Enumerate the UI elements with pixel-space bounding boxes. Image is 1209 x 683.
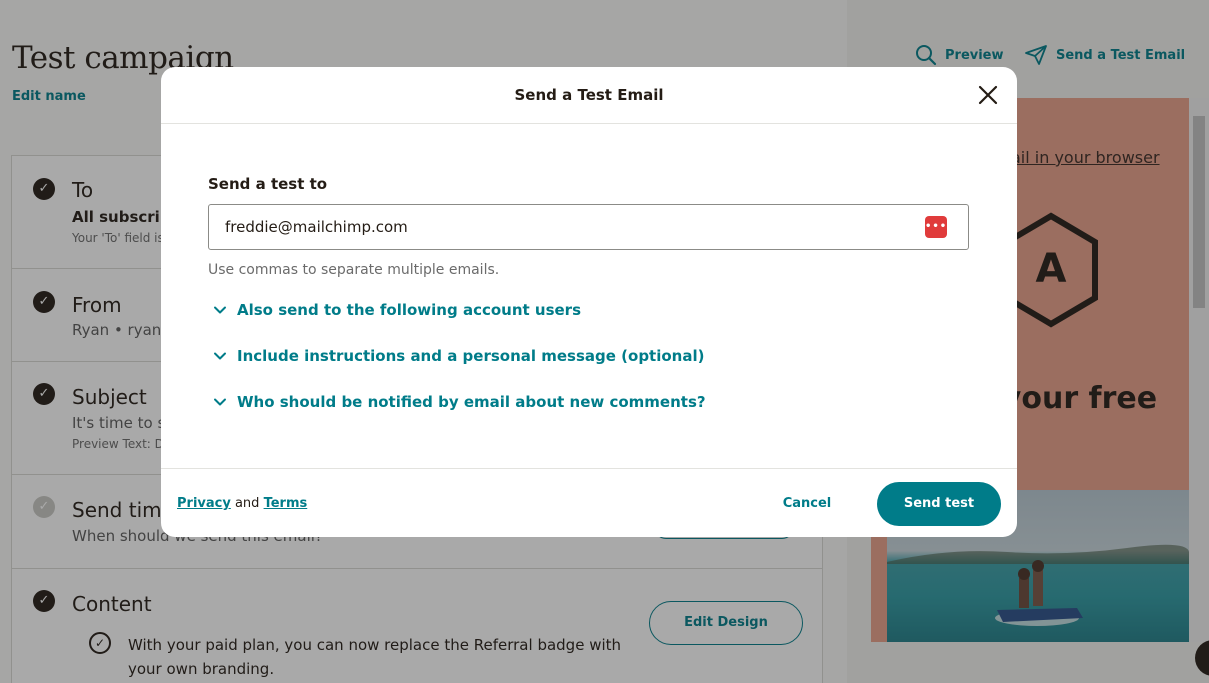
- send-test-to-label: Send a test to: [208, 175, 328, 193]
- password-manager-icon[interactable]: •••: [925, 216, 947, 238]
- modal-title: Send a Test Email: [514, 86, 664, 104]
- close-icon[interactable]: [976, 83, 1000, 107]
- expander-comment-notifications[interactable]: Who should be notified by email about ne…: [213, 393, 706, 411]
- cancel-button[interactable]: Cancel: [765, 491, 849, 517]
- expander-personal-message[interactable]: Include instructions and a personal mess…: [213, 347, 704, 365]
- send-test-email-modal: Send a Test Email Send a test to ••• Use…: [161, 67, 1017, 537]
- test-email-input[interactable]: [208, 204, 969, 250]
- email-hint: Use commas to separate multiple emails.: [208, 262, 500, 278]
- modal-footer: Privacy and Terms Cancel Send test: [161, 468, 1017, 537]
- legal-and: and: [234, 496, 260, 511]
- privacy-link[interactable]: Privacy: [177, 496, 231, 511]
- terms-link[interactable]: Terms: [264, 496, 308, 511]
- expander-label: Who should be notified by email about ne…: [237, 393, 706, 411]
- chevron-down-icon: [214, 306, 226, 314]
- chevron-down-icon: [214, 398, 226, 406]
- modal-header: Send a Test Email: [161, 67, 1017, 124]
- expander-label: Include instructions and a personal mess…: [237, 347, 705, 365]
- expander-label: Also send to the following account users: [237, 301, 582, 319]
- expander-account-users[interactable]: Also send to the following account users: [213, 301, 581, 319]
- send-test-button[interactable]: Send test: [877, 482, 1001, 526]
- chevron-down-icon: [214, 352, 226, 360]
- legal-links: Privacy and Terms: [177, 496, 307, 511]
